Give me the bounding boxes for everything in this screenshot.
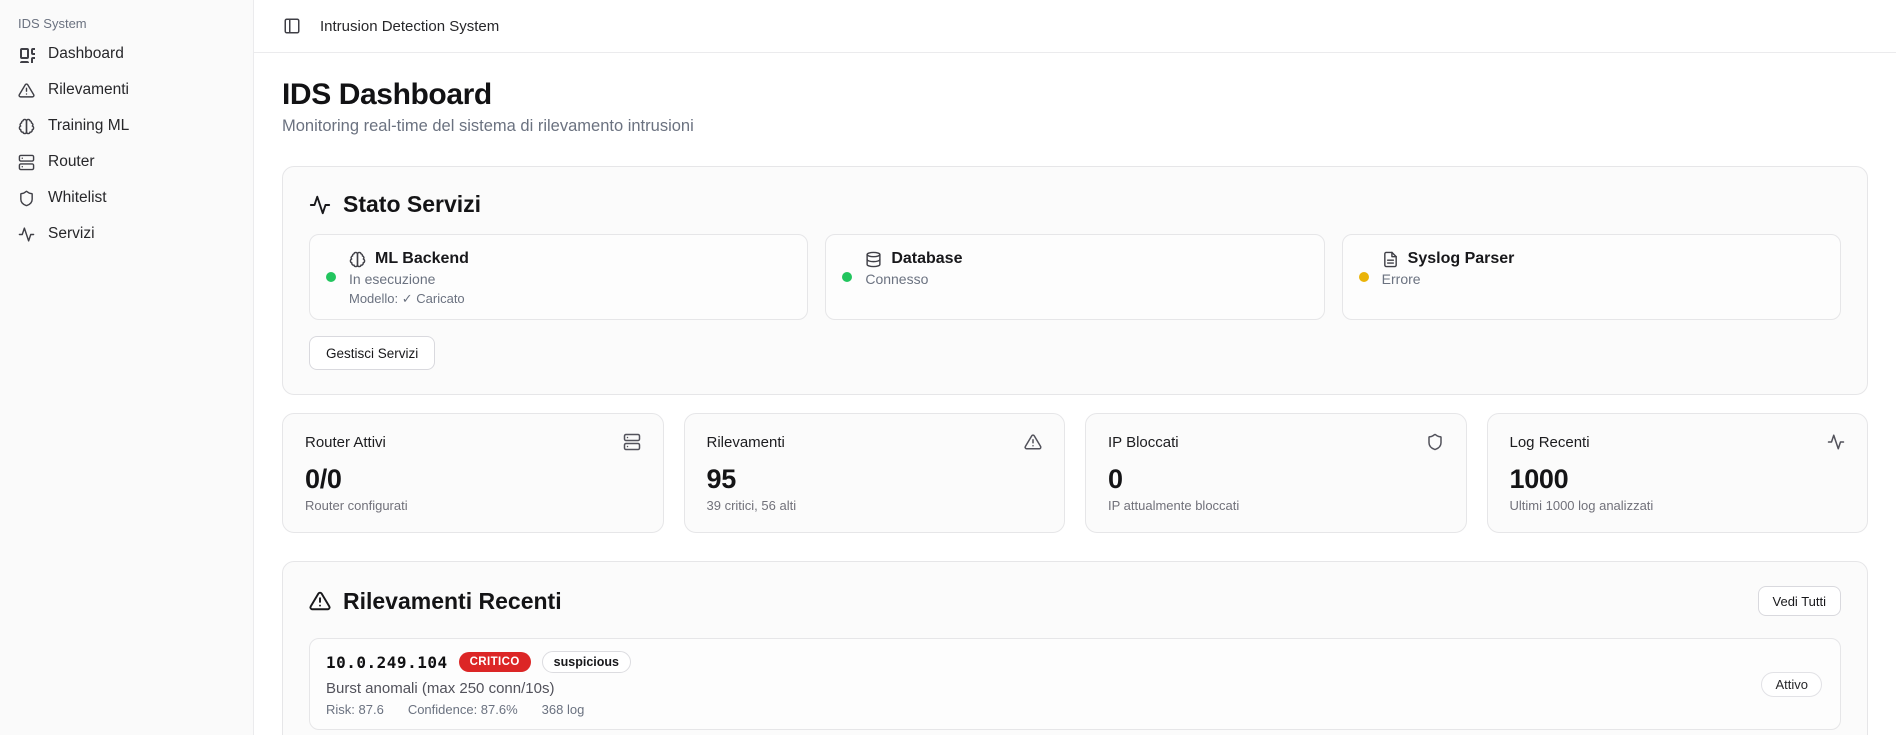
detection-row: 10.0.249.104 CRITICO suspicious Burst an…: [309, 638, 1841, 730]
manage-services-button[interactable]: Gestisci Servizi: [309, 336, 435, 370]
detection-risk: Risk: 87.6: [326, 702, 384, 717]
app-window: IDS System Dashboard Rilevamenti Trainin…: [0, 0, 1896, 735]
detection-status-badge: Attivo: [1761, 672, 1822, 697]
sidebar-item-whitelist[interactable]: Whitelist: [8, 180, 245, 216]
services-grid: ML Backend In esecuzione Modello: ✓ Cari…: [309, 234, 1841, 320]
stat-card-ip-bloccati: IP Bloccati 0 IP attualmente bloccati: [1085, 413, 1467, 533]
service-card-database: Database Connesso: [825, 234, 1324, 320]
services-status-card: Stato Servizi ML Backend In esecuzione M…: [282, 166, 1868, 395]
stat-card-router-attivi: Router Attivi 0/0 Router configurati: [282, 413, 664, 533]
activity-icon: [1827, 433, 1845, 451]
sidebar-toggle-button[interactable]: [278, 12, 306, 40]
stat-title: Router Attivi: [305, 434, 386, 451]
sidebar: IDS System Dashboard Rilevamenti Trainin…: [0, 0, 254, 735]
stat-value: 0/0: [305, 464, 641, 495]
server-icon: [623, 433, 641, 451]
stat-title: IP Bloccati: [1108, 434, 1179, 451]
service-status: Connesso: [865, 271, 962, 287]
sidebar-item-router[interactable]: Router: [8, 144, 245, 180]
detections-card-title: Rilevamenti Recenti: [343, 588, 562, 615]
service-card-syslog-parser: Syslog Parser Errore: [1342, 234, 1841, 320]
sidebar-item-label: Training ML: [48, 117, 129, 135]
severity-badge: CRITICO: [459, 652, 531, 672]
service-name: Syslog Parser: [1408, 250, 1515, 268]
service-card-ml-backend: ML Backend In esecuzione Modello: ✓ Cari…: [309, 234, 808, 320]
alert-triangle-icon: [309, 590, 331, 612]
activity-icon: [18, 226, 35, 243]
sidebar-item-training-ml[interactable]: Training ML: [8, 108, 245, 144]
services-card-header: Stato Servizi: [309, 191, 1841, 218]
sidebar-nav: Dashboard Rilevamenti Training ML Router…: [8, 36, 245, 252]
stat-card-log-recenti: Log Recenti 1000 Ultimi 1000 log analizz…: [1487, 413, 1869, 533]
stat-subtitle: IP attualmente bloccati: [1108, 498, 1444, 513]
status-dot: [326, 272, 336, 282]
server-icon: [18, 154, 35, 171]
status-dot: [842, 272, 852, 282]
stat-subtitle: Router configurati: [305, 498, 641, 513]
recent-detections-card: Rilevamenti Recenti Vedi Tutti 10.0.249.…: [282, 561, 1868, 735]
service-status: Errore: [1382, 271, 1515, 287]
page-title: IDS Dashboard: [282, 78, 1868, 112]
stats-row: Router Attivi 0/0 Router configurati Ril…: [282, 413, 1868, 533]
alert-triangle-icon: [1024, 433, 1042, 451]
page-subtitle: Monitoring real-time del sistema di rile…: [282, 117, 1868, 136]
service-name: ML Backend: [375, 250, 469, 268]
sidebar-item-label: Dashboard: [48, 45, 124, 63]
sidebar-item-rilevamenti[interactable]: Rilevamenti: [8, 72, 245, 108]
stat-title: Rilevamenti: [707, 434, 785, 451]
stat-title: Log Recenti: [1510, 434, 1590, 451]
service-detail: Modello: ✓ Caricato: [349, 291, 469, 307]
stat-subtitle: 39 critici, 56 alti: [707, 498, 1043, 513]
sidebar-item-label: Rilevamenti: [48, 81, 129, 99]
detection-description: Burst anomali (max 250 conn/10s): [326, 680, 631, 697]
sidebar-item-label: Whitelist: [48, 189, 107, 207]
stat-value: 1000: [1510, 464, 1846, 495]
panel-left-icon: [283, 17, 301, 35]
topbar: Intrusion Detection System: [254, 0, 1896, 53]
layout-dashboard-icon: [18, 46, 35, 63]
app-title: Intrusion Detection System: [320, 18, 499, 35]
page-content: IDS Dashboard Monitoring real-time del s…: [254, 53, 1896, 735]
detection-ip: 10.0.249.104: [326, 653, 448, 672]
sidebar-item-servizi[interactable]: Servizi: [8, 216, 245, 252]
detections-card-header: Rilevamenti Recenti Vedi Tutti: [309, 586, 1841, 616]
sidebar-item-label: Router: [48, 153, 95, 171]
brain-icon: [18, 118, 35, 135]
sidebar-group-label: IDS System: [8, 10, 245, 36]
sidebar-item-dashboard[interactable]: Dashboard: [8, 36, 245, 72]
stat-value: 0: [1108, 464, 1444, 495]
shield-icon: [1426, 433, 1444, 451]
detection-confidence: Confidence: 87.6%: [408, 702, 518, 717]
view-all-button[interactable]: Vedi Tutti: [1758, 586, 1841, 616]
services-card-title: Stato Servizi: [343, 191, 481, 218]
stat-card-rilevamenti: Rilevamenti 95 39 critici, 56 alti: [684, 413, 1066, 533]
detection-log-count: 368 log: [542, 702, 585, 717]
main-area: Intrusion Detection System IDS Dashboard…: [254, 0, 1896, 735]
stat-subtitle: Ultimi 1000 log analizzati: [1510, 498, 1846, 513]
activity-icon: [309, 194, 331, 216]
stat-value: 95: [707, 464, 1043, 495]
service-name: Database: [891, 250, 962, 268]
status-dot: [1359, 272, 1369, 282]
file-text-icon: [1382, 251, 1399, 268]
sidebar-item-label: Servizi: [48, 225, 95, 243]
service-status: In esecuzione: [349, 271, 469, 287]
shield-icon: [18, 190, 35, 207]
category-badge: suspicious: [542, 651, 631, 673]
database-icon: [865, 251, 882, 268]
brain-icon: [349, 251, 366, 268]
alert-triangle-icon: [18, 82, 35, 99]
